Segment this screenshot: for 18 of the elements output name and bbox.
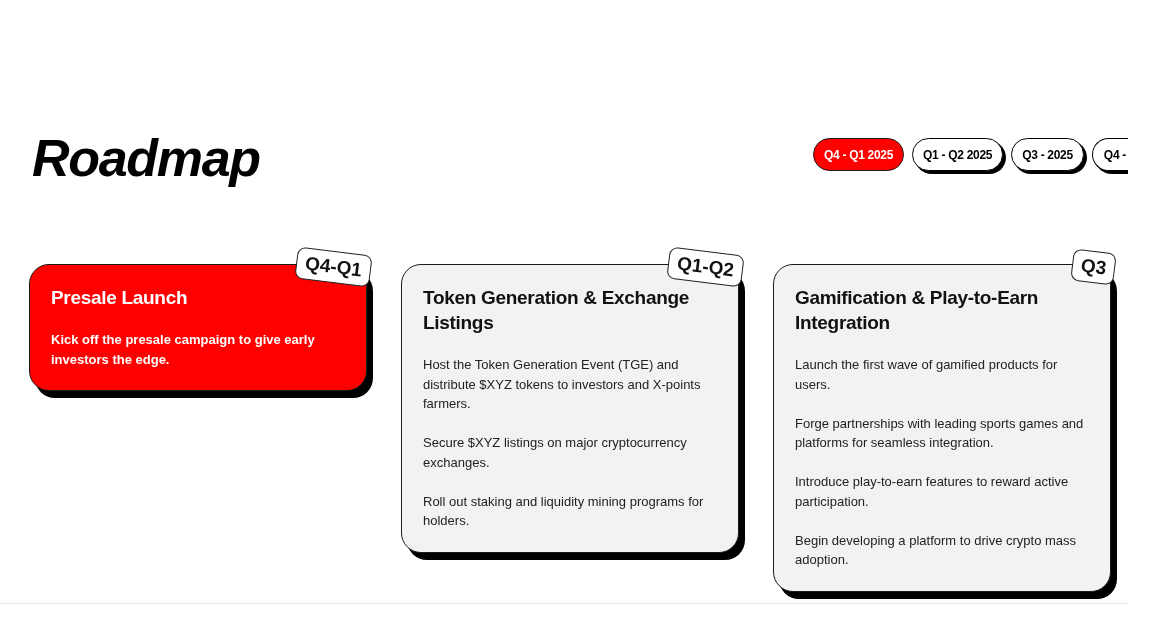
card-text: Kick off the presale campaign to give early investors the edge. [51, 331, 316, 369]
quarter-badge: Q4-Q1 [294, 246, 373, 288]
quarter-badge: Q1-Q2 [666, 246, 745, 288]
card-text: Secure $XYZ listings on major cryptocurrency exchanges. [423, 434, 688, 472]
period-tab[interactable]: Q1 - Q2 2025 [912, 138, 1004, 171]
card-title: Gamification & Play-to-Earn Integration [795, 286, 1040, 335]
card-text: Forge partnerships with leading sports games and platforms for seamless integration. [795, 414, 1085, 452]
card-text: Launch the first wave of gamified products for users. [795, 356, 1059, 394]
card-text: Host the Token Generation Event (TGE) and distribute $XYZ tokens to investors and X-points farmers. [423, 356, 702, 413]
period-tab[interactable]: Q4 - Q1 2025 [812, 138, 905, 171]
page-title: Roadmap [32, 128, 260, 189]
card-title: Token Generation & Exchange Listings [423, 286, 691, 335]
card-title: Presale Launch [51, 286, 189, 310]
period-tab[interactable]: Q3 - 2025 [1011, 138, 1084, 171]
period-tab[interactable]: Q4 - [1091, 138, 1128, 171]
card-text: Introduce play-to-earn features to reward active participation. [795, 473, 1070, 511]
card-text: Roll out staking and liquidity mining programs for holders. [423, 492, 705, 530]
card-text: Begin developing a platform to drive crypto mass adoption. [795, 531, 1078, 569]
